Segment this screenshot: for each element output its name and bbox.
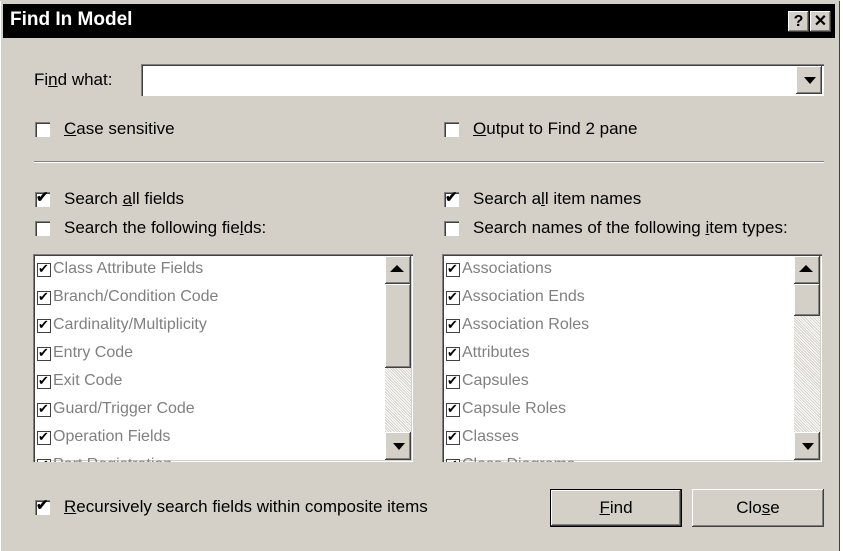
title-bar[interactable]: Find In Model ? ✕ [3, 4, 835, 38]
recursive-search-checkbox[interactable]: ✔ [35, 497, 50, 515]
item-checkbox[interactable] [37, 457, 51, 462]
item-checkbox[interactable] [446, 457, 460, 462]
list-item-label: Attributes [462, 344, 530, 361]
find-button[interactable]: Find [550, 489, 682, 527]
item-checkbox[interactable] [37, 261, 51, 277]
search-names-types-label[interactable]: Search names of the following item types… [473, 218, 788, 238]
list-item-label: Class Diagrams [462, 456, 575, 462]
item-checkbox[interactable] [37, 373, 51, 389]
scroll-thumb[interactable] [385, 284, 411, 368]
list-item-label: Association Roles [462, 316, 590, 333]
find-what-combobox[interactable] [141, 64, 824, 96]
scroll-thumb[interactable] [794, 284, 820, 316]
window-title: Find In Model [10, 9, 133, 30]
arrow-down-icon [802, 443, 814, 450]
item-checkbox[interactable] [446, 373, 460, 389]
close-button[interactable]: Close [692, 489, 824, 527]
item-checkbox[interactable] [446, 317, 460, 333]
item-checkbox[interactable] [446, 429, 460, 445]
item-types-listbox[interactable]: Associations Association Ends Association … [442, 254, 822, 462]
search-all-fields-checkbox[interactable]: ✔ [35, 189, 50, 207]
checkmark-icon: ✔ [36, 189, 49, 206]
find-in-model-dialog: Find In Model ? ✕ Find what: Case sensit… [0, 0, 840, 551]
scroll-up-button[interactable] [794, 256, 820, 284]
item-checkbox[interactable] [446, 345, 460, 361]
search-following-fields-checkbox[interactable] [35, 221, 50, 236]
item-checkbox[interactable] [37, 317, 51, 333]
search-all-names-checkbox[interactable]: ✔ [444, 189, 459, 207]
scroll-up-button[interactable] [385, 256, 411, 284]
output-find2-label[interactable]: Output to Find 2 pane [473, 119, 637, 139]
list-item-label: Classes [462, 428, 519, 445]
item-checkbox[interactable] [446, 401, 460, 417]
list-item-label: Associations [462, 260, 552, 277]
item-checkbox[interactable] [37, 429, 51, 445]
checkmark-icon: ✔ [445, 189, 458, 206]
list-item-label: Class Attribute Fields [53, 260, 204, 277]
list-item-label: Entry Code [53, 344, 134, 361]
arrow-down-icon [393, 443, 405, 450]
scroll-down-button[interactable] [794, 432, 820, 460]
find-what-label: Find what: [34, 70, 113, 89]
item-checkbox[interactable] [37, 289, 51, 305]
list-item-label: Capsules [462, 372, 529, 389]
checkmark-icon: ✔ [36, 497, 49, 514]
item-checkbox[interactable] [37, 345, 51, 361]
item-checkbox[interactable] [446, 289, 460, 305]
fields-scrollbar[interactable] [385, 256, 411, 460]
close-window-button[interactable]: ✕ [810, 11, 831, 32]
arrow-up-icon [799, 265, 813, 272]
help-button[interactable]: ? [788, 11, 809, 32]
separator-line [34, 161, 824, 163]
types-scrollbar[interactable] [794, 256, 820, 460]
list-item-label: Operation Fields [53, 428, 171, 445]
list-item-label: Branch/Condition Code [53, 288, 219, 305]
output-find2-checkbox[interactable] [444, 122, 459, 137]
list-item-label: Capsule Roles [462, 400, 567, 417]
chevron-down-icon [804, 77, 816, 84]
search-following-fields-label[interactable]: Search the following fields: [64, 218, 266, 238]
recursive-search-label[interactable]: Recursively search fields within composi… [64, 497, 428, 517]
item-checkbox[interactable] [37, 401, 51, 417]
list-item-label: Cardinality/Multiplicity [53, 316, 207, 333]
search-all-fields-label[interactable]: Search all fields [64, 189, 184, 209]
list-item-label: Guard/Trigger Code [53, 400, 195, 417]
search-all-names-label[interactable]: Search all item names [473, 189, 641, 209]
find-what-dropdown-button[interactable] [796, 66, 822, 94]
case-sensitive-checkbox[interactable] [35, 122, 50, 137]
list-item-label: Association Ends [462, 288, 585, 305]
fields-listbox[interactable]: Class Attribute Fields Branch/Condition C… [33, 254, 413, 462]
list-item-label: Exit Code [53, 372, 123, 389]
case-sensitive-label[interactable]: Case sensitive [64, 119, 175, 139]
item-checkbox[interactable] [446, 261, 460, 277]
search-names-types-checkbox[interactable] [444, 221, 459, 236]
arrow-up-icon [390, 265, 404, 272]
list-item-label: Port Registration [53, 456, 172, 462]
scroll-down-button[interactable] [385, 432, 411, 460]
